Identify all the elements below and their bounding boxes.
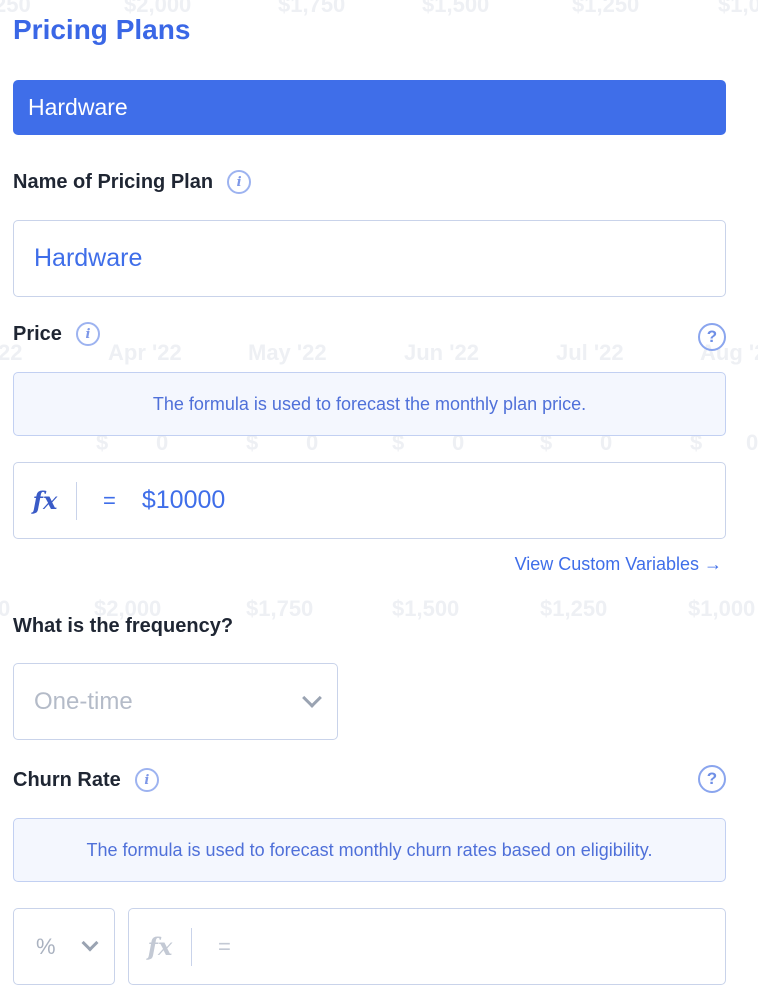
watermark-text: 0 [746,430,758,455]
price-formula-note: The formula is used to forecast the mont… [13,372,726,436]
page-title: Pricing Plans [13,14,191,45]
fx-icon: fx [147,932,173,961]
watermark-text: $1,250 [540,596,608,621]
info-icon[interactable]: i [75,322,100,346]
watermark-text: $1,500 [392,596,460,621]
price-label-row: Price i [13,322,100,346]
chevron-down-icon [302,687,322,708]
equals-sign: = [103,487,116,513]
price-formula-input[interactable]: fx = $10000 [13,462,726,539]
churn-rate-label-row: Churn Rate i [13,768,159,792]
plan-name-label: Name of Pricing Plan [13,170,214,193]
churn-unit-select[interactable]: % [13,908,115,985]
divider [191,927,192,966]
watermark-text: Apr '22 [108,340,182,365]
plan-header-bar[interactable]: Hardware [13,80,726,135]
chevron-down-icon [81,934,99,951]
price-formula-value[interactable]: $10000 [142,486,225,515]
divider [76,481,77,520]
fx-icon: fx [32,486,58,515]
plan-name-input[interactable]: Hardware [13,220,726,297]
watermark-text: $1,000 [688,596,756,621]
watermark-text: Jun '22 [404,340,479,365]
frequency-select[interactable]: One-time [13,663,338,740]
churn-rate-label: Churn Rate [13,768,121,791]
frequency-placeholder: One-time [34,687,133,715]
info-icon[interactable]: i [134,768,159,792]
frequency-label: What is the frequency? [13,615,234,637]
watermark-text: $1,0 [718,0,758,17]
churn-formula-input[interactable]: fx = [128,908,726,985]
help-icon[interactable]: ? [698,765,726,793]
plan-name-label-row: Name of Pricing Plan i [13,170,252,194]
watermark-text: $1,250 [572,0,640,17]
watermark-text: May '22 [248,340,327,365]
help-icon[interactable]: ? [698,323,726,351]
unit-value: % [36,933,56,959]
watermark-text: $1,500 [422,0,490,17]
watermark-text: 0 [0,596,11,621]
view-custom-variables-link[interactable]: View Custom Variables → [515,554,722,575]
watermark-text: Jul '22 [556,340,624,365]
price-label: Price [13,322,62,345]
watermark-text: $1,750 [278,0,346,17]
info-icon[interactable]: i [227,170,252,194]
watermark-text: $1,750 [246,596,314,621]
equals-sign: = [218,933,231,959]
churn-formula-note: The formula is used to forecast monthly … [13,818,726,882]
